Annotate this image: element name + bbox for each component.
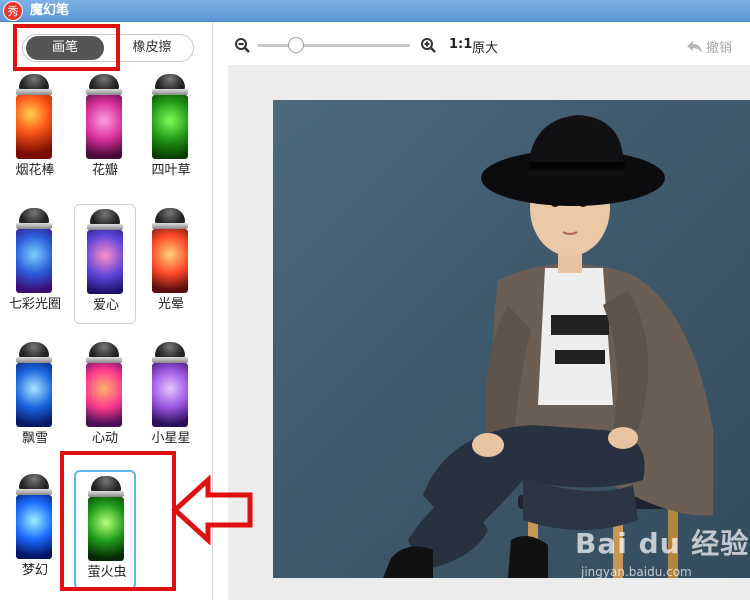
pen-clover[interactable]: 四叶草 [140,70,202,190]
annotation-firefly-highlight [60,451,176,591]
zoom-slider-track[interactable] [258,44,410,47]
pen-halo[interactable]: 光晕 [140,204,202,324]
pen-label: 光晕 [157,297,184,312]
pen-label: 四叶草 [151,163,191,178]
pen-label: 小星星 [151,431,191,446]
pen-preview [16,495,52,559]
pen-preview [152,363,188,427]
title-bar: 秀 魔幻笔 [0,0,750,22]
pen-label: 飘雪 [21,431,48,446]
annotation-brush-tab-highlight [13,24,120,71]
pen-preview [16,229,52,293]
pen-cap [89,342,119,358]
pen-preview [16,363,52,427]
pen-cap [19,474,49,490]
tab-eraser[interactable]: 橡皮擦 [113,36,191,60]
watermark: Bai du 经验 jingyan.baidu.com [575,520,750,600]
pen-cap [90,209,120,225]
zoom-slider-thumb[interactable] [288,37,304,53]
pen-sparkler[interactable]: 烟花棒 [4,70,66,190]
pen-cap [89,74,119,90]
zoom-in-icon[interactable] [420,37,436,53]
pen-dream[interactable]: 梦幻 [4,470,66,590]
zoom-original-button[interactable]: 原大 [472,37,498,56]
undo-label: 撤销 [706,41,733,56]
annotation-arrow-icon [171,475,253,545]
pen-preview [16,95,52,159]
zoom-out-icon[interactable] [234,37,250,53]
watermark-url: jingyan.baidu.com [581,565,692,579]
pen-rainbow-rings[interactable]: 七彩光圈 [4,204,66,324]
pen-preview [86,363,122,427]
undo-button[interactable]: 撤销 [686,37,732,56]
pen-label: 七彩光圈 [8,297,61,312]
pen-hearts[interactable]: 爱心 [74,204,136,324]
pen-cap [155,342,185,358]
pen-cap [19,342,49,358]
undo-icon [687,41,702,53]
window-title: 魔幻笔 [30,3,70,18]
pen-stars[interactable]: 小星星 [140,338,202,458]
pen-heartbeat[interactable]: 心动 [74,338,136,458]
pen-cap [155,208,185,224]
app-logo-icon: 秀 [3,1,23,21]
pen-petals[interactable]: 花瓣 [74,70,136,190]
pen-preview [86,95,122,159]
pen-cap [155,74,185,90]
photo-image[interactable] [273,100,750,578]
pen-preview [152,229,188,293]
toolbar: 1:1 原大 撤销 [214,22,750,68]
pen-preview [152,95,188,159]
watermark-logo: Bai du 经验 [575,527,750,560]
pen-cap [19,74,49,90]
zoom-ratio-button[interactable]: 1:1 [449,37,472,52]
pen-snow[interactable]: 飘雪 [4,338,66,458]
pen-preview [87,230,123,294]
pen-cap [19,208,49,224]
pen-label: 烟花棒 [15,163,55,178]
